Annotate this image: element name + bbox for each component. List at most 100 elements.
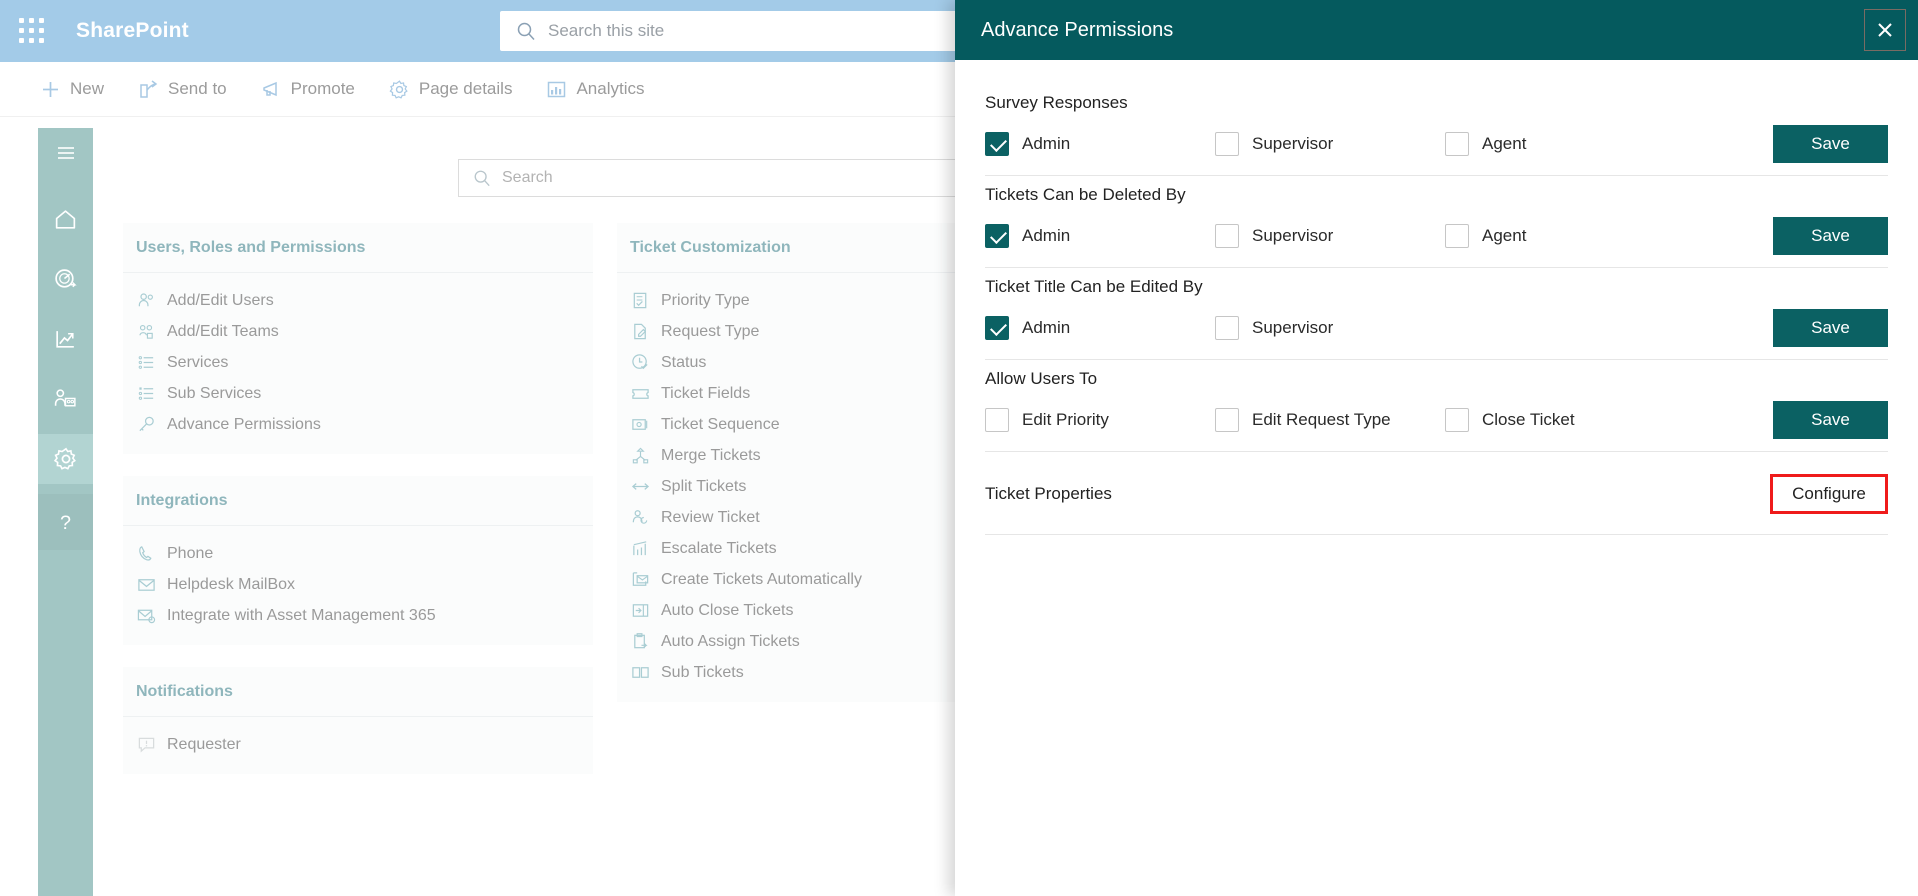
- checkbox-option[interactable]: Supervisor: [1215, 132, 1445, 156]
- checkbox-label: Close Ticket: [1482, 410, 1575, 429]
- checkbox-supervisor[interactable]: [1215, 132, 1239, 156]
- edit-document-icon: [631, 322, 650, 341]
- checkbox-option[interactable]: Agent: [1445, 132, 1675, 156]
- drawer-header: Advance Permissions: [955, 0, 1918, 60]
- settings-link-helpdesk-mailbox[interactable]: Helpdesk MailBox: [123, 569, 593, 600]
- command-promote[interactable]: Promote: [261, 79, 355, 100]
- rail-item-menu[interactable]: [38, 128, 93, 178]
- rail-item-reports[interactable]: [38, 314, 93, 364]
- settings-link-label: Integrate with Asset Management 365: [167, 606, 436, 624]
- command-analytics[interactable]: Analytics: [546, 79, 644, 100]
- rail-item-help[interactable]: ?: [38, 494, 93, 550]
- command-send-to-label: Send to: [168, 79, 227, 98]
- settings-link-label: Ticket Sequence: [661, 415, 780, 433]
- close-glyph: [1878, 23, 1892, 37]
- checkbox-agent[interactable]: [1445, 224, 1469, 248]
- settings-link-phone[interactable]: Phone: [123, 538, 593, 569]
- checkbox-supervisor[interactable]: [1215, 224, 1239, 248]
- save-button[interactable]: Save: [1773, 309, 1888, 347]
- command-send-to[interactable]: Send to: [138, 79, 227, 100]
- key-icon: [137, 415, 156, 434]
- checkbox-option[interactable]: Supervisor: [1215, 224, 1445, 248]
- checkbox-supervisor[interactable]: [1215, 316, 1239, 340]
- checkbox-agent[interactable]: [1445, 132, 1469, 156]
- checkbox-admin[interactable]: [985, 132, 1009, 156]
- command-new-label: New: [70, 79, 105, 98]
- checkbox-option[interactable]: Close Ticket: [1445, 408, 1675, 432]
- settings-link-requester[interactable]: Requester: [123, 729, 593, 760]
- app-launcher-icon[interactable]: [14, 13, 50, 49]
- settings-link-label: Create Tickets Automatically: [661, 570, 862, 588]
- checkbox-option[interactable]: Edit Priority: [985, 408, 1215, 432]
- checkbox-option[interactable]: Admin: [985, 132, 1215, 156]
- share-icon: [140, 79, 158, 98]
- settings-link-sub-services[interactable]: Sub Services: [123, 378, 593, 409]
- sub-tickets-icon: [631, 663, 650, 682]
- envelope-icon: [137, 575, 156, 594]
- rail-item-agents[interactable]: [38, 374, 93, 424]
- command-analytics-label: Analytics: [576, 79, 645, 98]
- checkbox-option[interactable]: Supervisor: [1215, 316, 1445, 340]
- checkbox-label: Admin: [1022, 226, 1071, 245]
- rail-item-dashboard[interactable]: [38, 254, 93, 304]
- screen: SharePoint Search this site New Send to: [0, 0, 1918, 896]
- settings-link-label: Auto Close Tickets: [661, 601, 794, 619]
- checkbox-close-ticket[interactable]: [1445, 408, 1469, 432]
- settings-link-integrate-asset-management[interactable]: Integrate with Asset Management 365: [123, 600, 593, 631]
- command-new[interactable]: New: [40, 79, 104, 100]
- rail-item-home[interactable]: [38, 194, 93, 244]
- permission-options: Admin Supervisor Agent Save: [985, 217, 1888, 255]
- checkbox-admin[interactable]: [985, 224, 1009, 248]
- team-icon: [137, 322, 156, 341]
- settings-link-add-edit-users[interactable]: Add/Edit Users: [123, 285, 593, 316]
- comment-alert-icon: [137, 735, 156, 754]
- drawer-title: Advance Permissions: [981, 18, 1174, 41]
- settings-link-label: Priority Type: [661, 291, 750, 309]
- settings-search-input[interactable]: Search: [458, 159, 1018, 197]
- checkbox-admin[interactable]: [985, 316, 1009, 340]
- configure-button[interactable]: Configure: [1770, 474, 1888, 514]
- save-button[interactable]: Save: [1773, 217, 1888, 255]
- settings-link-label: Status: [661, 353, 707, 371]
- checkbox-edit-request-type[interactable]: [1215, 408, 1239, 432]
- settings-link-label: Review Ticket: [661, 508, 760, 526]
- card-notifications: Notifications Requester: [123, 667, 593, 774]
- permission-row-label: Tickets Can be Deleted By: [985, 185, 1186, 204]
- save-button[interactable]: Save: [1773, 401, 1888, 439]
- gear-icon: [53, 447, 76, 470]
- settings-column-1: Users, Roles and Permissions Add/Edit Us…: [123, 223, 593, 796]
- checkbox-option[interactable]: Edit Request Type: [1215, 408, 1445, 432]
- settings-link-label: Auto Assign Tickets: [661, 632, 800, 650]
- brand-sharepoint[interactable]: SharePoint: [76, 19, 189, 43]
- clock-check-icon: [631, 353, 650, 372]
- permission-row-label: Ticket Title Can be Edited By: [985, 277, 1203, 296]
- ticket-icon: [631, 384, 650, 403]
- close-icon[interactable]: [1864, 9, 1906, 51]
- command-page-details[interactable]: Page details: [389, 79, 512, 100]
- clipboard-assign-icon: [631, 632, 650, 651]
- checkbox-option[interactable]: Admin: [985, 316, 1215, 340]
- settings-link-label: Ticket Fields: [661, 384, 751, 402]
- checkbox-label: Supervisor: [1252, 226, 1334, 245]
- permission-row-survey-responses: Survey Responses Admin Supervisor Agent: [985, 84, 1888, 176]
- save-button[interactable]: Save: [1773, 125, 1888, 163]
- settings-link-label: Requester: [167, 735, 241, 753]
- checkbox-edit-priority[interactable]: [985, 408, 1009, 432]
- gear-icon: [389, 79, 408, 99]
- checkbox-label: Admin: [1022, 318, 1071, 337]
- checkbox-label: Supervisor: [1252, 134, 1334, 153]
- card-users-roles-permissions: Users, Roles and Permissions Add/Edit Us…: [123, 223, 593, 454]
- settings-link-add-edit-teams[interactable]: Add/Edit Teams: [123, 316, 593, 347]
- rail-item-settings[interactable]: [38, 434, 93, 484]
- sub-list-icon: [137, 384, 156, 403]
- command-promote-label: Promote: [290, 79, 355, 98]
- hamburger-menu-icon: [57, 147, 74, 159]
- settings-link-label: Add/Edit Teams: [167, 322, 279, 340]
- settings-link-label: Sub Services: [167, 384, 262, 402]
- permission-options: Admin Supervisor Agent Save: [985, 125, 1888, 163]
- checkbox-option[interactable]: Agent: [1445, 224, 1675, 248]
- settings-link-services[interactable]: Services: [123, 347, 593, 378]
- checkbox-option[interactable]: Admin: [985, 224, 1215, 248]
- settings-link-advance-permissions[interactable]: Advance Permissions: [123, 409, 593, 440]
- question-mark-icon: ?: [60, 511, 71, 533]
